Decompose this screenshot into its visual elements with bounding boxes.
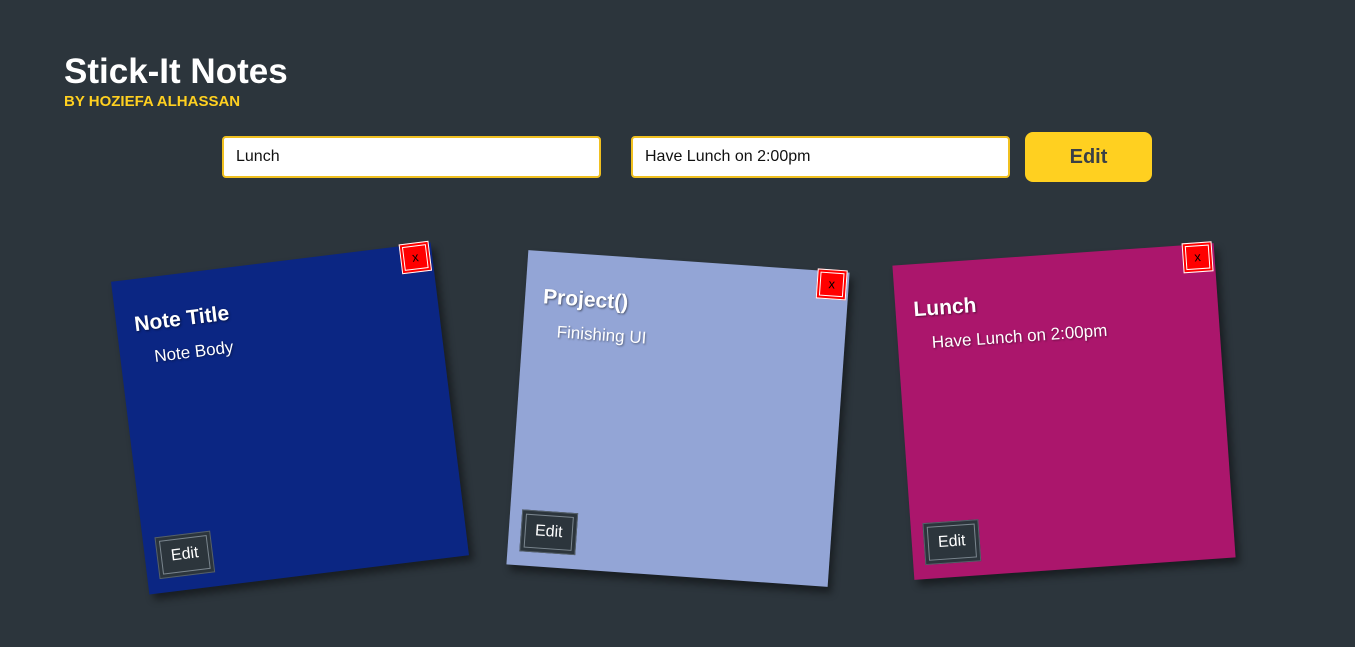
page-title: Stick-It Notes: [64, 52, 288, 91]
note-title-input[interactable]: [222, 136, 601, 178]
note-title: Project(): [542, 285, 629, 315]
delete-note-button[interactable]: x: [815, 268, 848, 301]
note-title: Lunch: [912, 293, 978, 322]
note-body: Have Lunch on 2:00pm: [931, 320, 1108, 353]
note-body: Finishing UI: [556, 322, 647, 348]
note-edit-button[interactable]: Edit: [519, 509, 579, 556]
note-body-input[interactable]: [631, 136, 1010, 178]
note-title: Note Title: [133, 301, 231, 337]
edit-note-button[interactable]: Edit: [1025, 132, 1152, 182]
note-card: x Lunch Have Lunch on 2:00pm Edit: [892, 241, 1236, 580]
note-edit-button[interactable]: Edit: [154, 530, 216, 580]
delete-note-button[interactable]: x: [398, 240, 433, 275]
note-card: x Project() Finishing UI Edit: [506, 250, 850, 587]
note-card: x Note Title Note Body Edit: [111, 240, 469, 595]
author-byline: BY HOZIEFA ALHASSAN: [64, 93, 241, 110]
app: Stick-It Notes BY HOZIEFA ALHASSAN Edit …: [0, 0, 1355, 647]
note-body: Note Body: [153, 337, 235, 366]
delete-note-button[interactable]: x: [1181, 241, 1214, 274]
note-edit-button[interactable]: Edit: [922, 519, 982, 566]
